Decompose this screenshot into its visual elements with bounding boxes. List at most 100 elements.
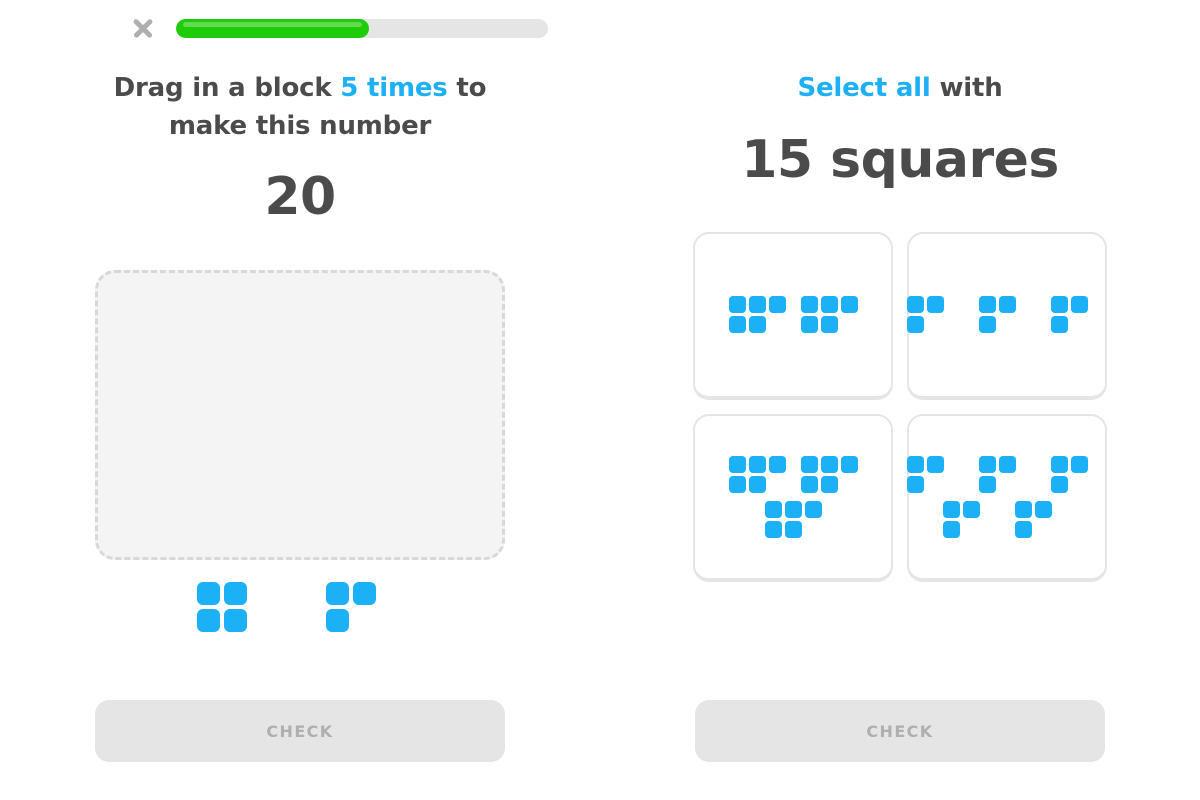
block-square xyxy=(768,296,786,314)
block-2x2 xyxy=(197,582,274,633)
block-square xyxy=(820,475,838,493)
block-square-empty xyxy=(1019,476,1036,493)
block-square xyxy=(748,316,766,334)
block-square xyxy=(764,520,782,538)
block-square-empty xyxy=(1019,316,1036,333)
option-grid xyxy=(693,231,1108,582)
block-square-empty xyxy=(963,521,980,538)
block-square xyxy=(197,582,220,606)
block-square-empty xyxy=(380,582,403,605)
shape-row xyxy=(728,455,858,493)
block-square xyxy=(748,475,766,493)
option-shapes xyxy=(728,296,858,334)
block-square xyxy=(1014,520,1032,538)
block-square-empty xyxy=(983,501,1000,518)
block-square-empty xyxy=(1019,456,1036,473)
block-square-empty xyxy=(1055,521,1072,538)
block-square xyxy=(768,455,786,473)
block-shape xyxy=(800,296,858,334)
block-square-empty xyxy=(1091,456,1108,473)
block-square xyxy=(840,455,858,473)
answer-option-2[interactable] xyxy=(906,231,1108,400)
block-L3 xyxy=(326,582,403,633)
block-square xyxy=(728,475,746,493)
answer-option-4[interactable] xyxy=(906,413,1108,582)
close-icon[interactable] xyxy=(128,13,158,43)
left-prompt: Drag in a block 5 times to make this num… xyxy=(110,70,490,145)
target-number: 20 xyxy=(264,167,336,228)
answer-option-1[interactable] xyxy=(693,231,893,400)
block-square-empty xyxy=(1071,316,1088,333)
block-square xyxy=(224,582,247,606)
block-square xyxy=(784,520,802,538)
block-square xyxy=(820,316,838,334)
left-topbar xyxy=(0,0,600,56)
draggable-block-L3[interactable] xyxy=(326,582,403,633)
block-square-empty xyxy=(1019,296,1036,313)
block-square xyxy=(197,609,220,633)
block-shape xyxy=(728,296,786,334)
block-square xyxy=(748,455,766,473)
block-square xyxy=(906,455,924,473)
block-square xyxy=(728,296,746,314)
block-square-empty xyxy=(947,296,964,313)
block-square-empty xyxy=(1091,296,1108,313)
block-square-empty xyxy=(983,521,1000,538)
check-button[interactable]: CHECK xyxy=(695,700,1105,762)
block-square xyxy=(820,296,838,314)
block-square xyxy=(840,296,858,314)
block-shape xyxy=(942,500,1000,538)
block-square-empty xyxy=(251,609,274,632)
block-square xyxy=(800,475,818,493)
block-square xyxy=(800,455,818,473)
block-square xyxy=(1070,296,1088,314)
panel-drag-block-exercise: Drag in a block 5 times to make this num… xyxy=(0,0,600,800)
block-square xyxy=(764,500,782,518)
block-square xyxy=(942,500,960,518)
block-square xyxy=(1050,316,1068,334)
block-square xyxy=(1050,455,1068,473)
block-square-empty xyxy=(251,582,274,605)
block-square xyxy=(353,582,376,606)
block-square xyxy=(978,316,996,334)
target-quantity: 15 squares xyxy=(741,129,1059,190)
block-tray xyxy=(95,582,505,652)
block-square xyxy=(748,296,766,314)
block-shape xyxy=(728,455,786,493)
check-button[interactable]: CHECK xyxy=(95,700,505,762)
block-square-empty xyxy=(1071,476,1088,493)
block-square-empty xyxy=(841,316,858,333)
block-square-empty xyxy=(947,316,964,333)
block-square-empty xyxy=(1035,521,1052,538)
block-dropzone[interactable] xyxy=(95,270,505,561)
block-square xyxy=(926,455,944,473)
block-square-empty xyxy=(769,476,786,493)
close-icon[interactable] xyxy=(1195,13,1200,43)
panel-select-all-exercise: Select all with 15 squares CHECK xyxy=(600,0,1200,800)
block-square xyxy=(998,455,1016,473)
block-square xyxy=(1050,475,1068,493)
block-square xyxy=(926,296,944,314)
block-square xyxy=(800,296,818,314)
option-shapes xyxy=(728,455,858,538)
block-square-empty xyxy=(1091,316,1108,333)
right-topbar xyxy=(593,0,1200,56)
block-square-empty xyxy=(947,456,964,473)
block-square-empty xyxy=(353,609,376,632)
block-square xyxy=(224,609,247,633)
answer-option-3[interactable] xyxy=(693,413,893,582)
left-progress-fill xyxy=(176,18,370,38)
block-square xyxy=(728,316,746,334)
block-square xyxy=(326,582,349,606)
block-square xyxy=(978,296,996,314)
block-square-empty xyxy=(1091,476,1108,493)
block-shape xyxy=(1014,500,1072,538)
draggable-block-2x2[interactable] xyxy=(197,582,274,633)
left-progress-bar xyxy=(176,18,548,38)
block-square xyxy=(784,500,802,518)
block-square-empty xyxy=(947,476,964,493)
block-square xyxy=(1070,455,1088,473)
prompt-highlight: Select all xyxy=(797,73,931,103)
shape-row xyxy=(942,500,1072,538)
block-square xyxy=(906,296,924,314)
